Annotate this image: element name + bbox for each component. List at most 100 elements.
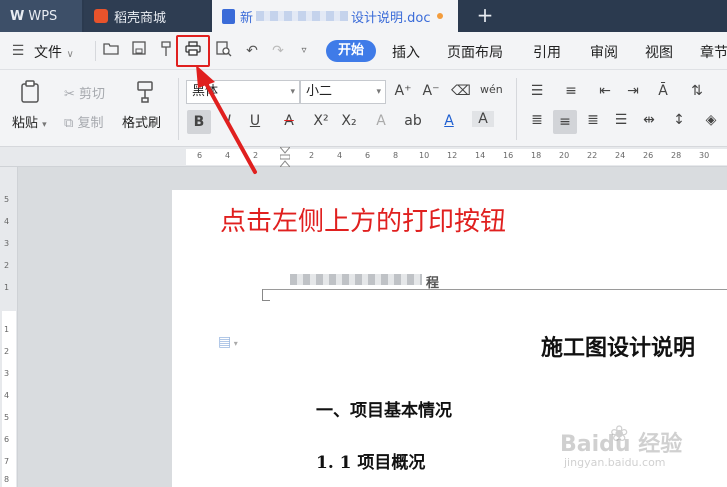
numbering-icon[interactable]: ≡ bbox=[560, 83, 582, 99]
section-heading-1[interactable]: 一、项目基本情况 bbox=[316, 396, 452, 421]
superscript-icon[interactable]: X² bbox=[310, 113, 332, 129]
tab-wps[interactable]: W WPS bbox=[0, 0, 82, 32]
format-painter-button[interactable]: 格式刷 bbox=[122, 112, 161, 131]
ruler-tick-label: 6 bbox=[197, 151, 203, 160]
paste-label: 粘贴 bbox=[12, 116, 39, 131]
print-preview-icon[interactable] bbox=[214, 41, 234, 61]
italic-icon[interactable]: I bbox=[218, 113, 240, 129]
strikethrough-icon[interactable]: A bbox=[278, 113, 300, 129]
font-size-select[interactable]: 小二 ▾ bbox=[300, 80, 386, 104]
ruler-tick-label: 18 bbox=[531, 151, 542, 160]
underline-icon[interactable]: U bbox=[244, 113, 266, 129]
chevron-down-icon: ▾ bbox=[290, 87, 295, 97]
ruler-tick-label: 2 bbox=[309, 151, 315, 160]
tab-start[interactable]: 开始 bbox=[326, 40, 376, 62]
decrease-font-icon[interactable]: A⁻ bbox=[420, 83, 442, 99]
character-shading-icon[interactable]: A bbox=[472, 111, 494, 127]
wps-logo-icon: W bbox=[10, 8, 25, 24]
ruler-tick-label: 22 bbox=[587, 151, 598, 160]
shading-icon[interactable]: ◈ bbox=[700, 112, 722, 128]
ruler-tick-label: 24 bbox=[615, 151, 626, 160]
paragraph-doc-icon[interactable]: ▤ ▾ bbox=[218, 334, 238, 350]
tab-document[interactable]: 新 设计说明.doc bbox=[212, 0, 458, 32]
ruler-tick-label: 10 bbox=[419, 151, 430, 160]
text-effect-icon[interactable]: A bbox=[370, 113, 392, 129]
ruler-tick-label: 4 bbox=[225, 151, 231, 160]
tab-insert[interactable]: 插入 bbox=[392, 42, 420, 62]
ruler-tick-label: 5 bbox=[4, 195, 10, 204]
copy-label: 复制 bbox=[77, 116, 104, 131]
tab-view[interactable]: 视图 bbox=[645, 42, 673, 62]
tab-document-prefix: 新 bbox=[240, 10, 254, 26]
vertical-ruler[interactable]: 5 4 3 2 1 1 2 3 4 5 6 7 8 bbox=[0, 167, 18, 487]
cut-label: 剪切 bbox=[79, 87, 106, 102]
save-icon[interactable] bbox=[129, 41, 149, 61]
margin-corner-mark bbox=[262, 289, 270, 301]
title-tab-bar: W WPS 稻壳商城 新 设计说明.doc + bbox=[0, 0, 727, 32]
docer-flame-icon bbox=[94, 9, 108, 23]
format-brush-icon[interactable] bbox=[156, 41, 176, 61]
font-name-select[interactable]: 黑体 ▾ bbox=[186, 80, 300, 104]
undo-icon[interactable]: ↶ bbox=[242, 41, 262, 61]
paste-clipboard-icon[interactable] bbox=[20, 80, 42, 110]
align-center-icon[interactable]: ≡ bbox=[553, 110, 577, 134]
file-menu-label: 文件 bbox=[34, 45, 62, 61]
format-painter-icon[interactable] bbox=[134, 80, 156, 109]
menu-bar: ☰ 文件 ∨ ↶ ↷ ▿ 开始 插入 页面布局 引用 审阅 视图 章节 bbox=[0, 32, 727, 70]
ruler-tick-label: 14 bbox=[475, 151, 486, 160]
ruler-tick-label: 3 bbox=[4, 239, 10, 248]
ruler-tick-label: 4 bbox=[4, 217, 10, 226]
distribute-icon[interactable]: ⇹ bbox=[638, 112, 660, 128]
tab-review[interactable]: 审阅 bbox=[590, 42, 618, 62]
copy-icon: ⧉ bbox=[64, 116, 74, 131]
increase-font-icon[interactable]: A⁺ bbox=[392, 83, 414, 99]
bullets-icon[interactable]: ☰ bbox=[526, 83, 548, 99]
text-direction-icon[interactable]: Ā bbox=[652, 83, 674, 99]
justify-icon[interactable]: ☰ bbox=[610, 112, 632, 128]
new-tab-plus-icon[interactable]: + bbox=[472, 3, 498, 29]
sort-icon[interactable]: ⇅ bbox=[686, 83, 708, 99]
ruler-tick-label: 8 bbox=[393, 151, 399, 160]
ruler-tick-label: 6 bbox=[365, 151, 371, 160]
font-name-value: 黑体 bbox=[192, 84, 219, 99]
ruler-tick-label: 30 bbox=[699, 151, 710, 160]
scissors-icon: ✂ bbox=[64, 87, 75, 102]
paste-button[interactable]: 粘贴 ▾ bbox=[12, 112, 47, 131]
tab-chapter[interactable]: 章节 bbox=[700, 42, 727, 62]
document-title[interactable]: 施工图设计说明 bbox=[541, 330, 695, 362]
watermark-brand: Baidu 经验 bbox=[560, 432, 683, 457]
writer-doc-icon bbox=[222, 8, 235, 24]
blurred-header-text bbox=[290, 274, 422, 285]
highlight-color-icon[interactable]: ab bbox=[402, 113, 424, 129]
redo-icon[interactable]: ↷ bbox=[268, 41, 288, 61]
tab-wps-label: WPS bbox=[28, 8, 58, 24]
decrease-indent-icon[interactable]: ⇤ bbox=[594, 83, 616, 99]
tab-docer-store[interactable]: 稻壳商城 bbox=[84, 0, 210, 32]
font-color-icon[interactable]: A bbox=[438, 113, 460, 129]
quick-access-dropdown-icon[interactable]: ▿ bbox=[294, 41, 314, 61]
tab-references[interactable]: 引用 bbox=[533, 42, 561, 62]
copy-button[interactable]: ⧉ 复制 bbox=[64, 112, 103, 131]
clear-format-eraser-icon[interactable]: ⌫ bbox=[450, 83, 472, 99]
open-folder-icon[interactable] bbox=[101, 41, 121, 61]
increase-indent-icon[interactable]: ⇥ bbox=[622, 83, 644, 99]
tab-document-suffix: 设计说明.doc bbox=[351, 10, 431, 26]
horizontal-ruler[interactable]: 6 4 2 2 4 6 8 10 12 14 16 18 20 22 24 26 28 30 bbox=[0, 146, 727, 168]
cut-button[interactable]: ✂ 剪切 bbox=[64, 83, 105, 102]
tab-page-layout[interactable]: 页面布局 bbox=[447, 42, 503, 62]
ruler-tick-label: 2 bbox=[4, 261, 10, 270]
hamburger-menu-icon[interactable]: ☰ bbox=[8, 41, 28, 61]
file-menu[interactable]: 文件 ∨ bbox=[34, 42, 74, 62]
chevron-down-icon: ∨ bbox=[66, 49, 74, 60]
align-right-icon[interactable]: ≣ bbox=[582, 112, 604, 128]
subscript-icon[interactable]: X₂ bbox=[338, 113, 360, 129]
tab-docer-store-label: 稻壳商城 bbox=[114, 10, 167, 26]
indent-marker-icon[interactable] bbox=[278, 146, 292, 168]
pinyin-guide-icon[interactable]: wén bbox=[480, 83, 503, 96]
ruler-tick-label: 20 bbox=[559, 151, 570, 160]
section-heading-1-1[interactable]: 1. 1 项目概况 bbox=[316, 448, 425, 473]
align-left-icon[interactable]: ≣ bbox=[526, 112, 548, 128]
line-spacing-icon[interactable]: ↕ bbox=[668, 112, 690, 128]
blurred-filename bbox=[256, 11, 349, 21]
bold-icon[interactable]: B bbox=[187, 110, 211, 134]
